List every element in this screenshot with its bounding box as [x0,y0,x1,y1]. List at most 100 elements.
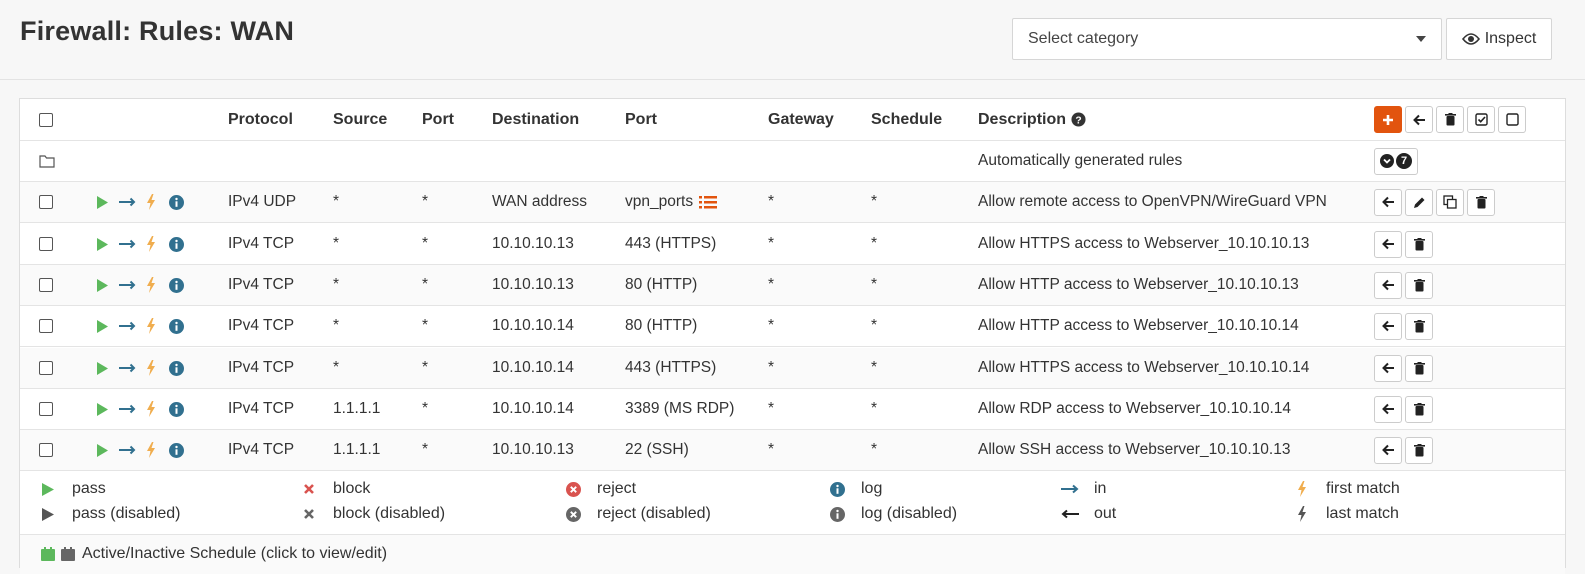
cell-destination: 10.10.10.14 [492,359,574,376]
legend-block: block [333,480,371,497]
help-icon[interactable]: ? [1071,112,1086,127]
cell-src-port: * [422,359,429,376]
check-square-icon [1474,113,1488,126]
add-rule-button[interactable] [1374,106,1402,133]
long-arrow-right-icon [119,404,136,414]
bolt-icon [147,442,155,458]
move-before-button[interactable] [1374,188,1402,216]
delete-rule-button[interactable] [1405,436,1433,464]
inspect-button[interactable]: Inspect [1446,18,1552,60]
table-row[interactable]: IPv4 TCP * * 10.10.10.14 80 (HTTP) * * Allow HT… [20,306,1565,347]
disable-selected-button[interactable] [1498,106,1526,133]
trash-icon [1475,195,1487,208]
move-before-button[interactable] [1374,354,1402,382]
trash-icon [1413,402,1425,415]
move-before-button[interactable] [1374,271,1402,299]
col-destination-port: Port [625,110,657,128]
cell-description: Allow HTTP access to Webserver_10.10.10.… [978,317,1299,334]
row-select-checkbox[interactable] [39,361,53,375]
legend-log-disabled: log (disabled) [861,505,958,522]
chevron-down-icon [1416,36,1426,42]
alias-list-button[interactable] [699,195,718,210]
delete-rule-button[interactable] [1405,312,1433,340]
category-select[interactable]: Select category [1012,18,1442,60]
table-row[interactable]: IPv4 TCP 1.1.1.1 * 10.10.10.14 3389 (MS RDP)… [20,389,1565,430]
arrow-left-icon [1381,444,1394,456]
move-before-button[interactable] [1374,436,1402,464]
table-row[interactable]: IPv4 TCP * * 10.10.10.14 443 (HTTPS) * * Allow … [20,348,1565,389]
select-all-checkbox[interactable] [39,112,53,127]
calendar-active-icon [41,547,55,561]
toggle-rule-button[interactable] [96,443,109,458]
row-select-checkbox[interactable] [39,402,53,416]
auto-rules-row[interactable]: Automatically generated rules 7 [20,141,1565,182]
col-source: Source [333,110,388,128]
folder-icon [39,155,55,168]
delete-rule-button[interactable] [1405,271,1433,299]
rule-status-icons [96,389,193,429]
svg-text:?: ? [1075,115,1081,126]
long-arrow-right-icon [119,197,136,207]
cell-schedule: * [871,193,878,210]
inspect-label: Inspect [1484,30,1537,47]
toggle-rule-button[interactable] [96,237,109,252]
info-circle-icon [829,481,845,497]
info-circle-icon [169,442,184,458]
cell-protocol: IPv4 TCP [228,400,295,417]
delete-rule-button[interactable] [1405,395,1433,423]
category-select-value: Select category [1028,30,1139,47]
arrow-left-icon [1381,362,1394,374]
enable-selected-button[interactable] [1467,106,1495,133]
row-select-checkbox[interactable] [39,278,53,292]
move-before-button[interactable] [1374,395,1402,423]
arrow-left-icon [1381,320,1394,332]
legend-pass-disabled: pass (disabled) [72,505,181,522]
long-arrow-right-icon [119,321,136,331]
clone-rule-button[interactable] [1436,188,1464,216]
bolt-disabled-icon [1298,506,1306,522]
table-row[interactable]: IPv4 TCP 1.1.1.1 * 10.10.10.13 22 (SSH) * * All… [20,430,1565,471]
cell-schedule: * [871,235,878,252]
toggle-rule-button[interactable] [96,278,109,293]
delete-rule-button[interactable] [1405,354,1433,382]
cell-dst-port: 80 (HTTP) [625,317,698,334]
cell-src-port: * [422,193,429,210]
toggle-rule-button[interactable] [96,402,109,417]
trash-icon [1444,113,1456,126]
play-icon [97,237,108,251]
times-disabled-icon [304,509,314,519]
rule-status-icons [96,224,193,264]
legend-first-match: first match [1326,480,1400,497]
toggle-rule-button[interactable] [96,361,109,376]
move-before-button[interactable] [1374,312,1402,340]
cell-destination: 10.10.10.14 [492,400,574,417]
delete-rule-button[interactable] [1467,188,1495,216]
cell-dst-port: 3389 (MS RDP) [625,400,735,417]
table-row[interactable]: IPv4 TCP * * 10.10.10.13 443 (HTTPS) * * Allow … [20,224,1565,265]
schedule-legend-label: Active/Inactive Schedule (click to view/… [82,545,388,562]
legend-pass: pass [72,480,106,497]
cell-source: * [333,317,340,334]
plus-icon [1383,114,1393,125]
arrow-left-icon [1412,114,1425,125]
cell-protocol: IPv4 TCP [228,441,295,458]
row-select-checkbox[interactable] [39,319,53,333]
long-arrow-right-icon [119,445,136,455]
cell-source: 1.1.1.1 [333,400,381,417]
delete-selected-button[interactable] [1436,106,1464,133]
delete-rule-button[interactable] [1405,230,1433,258]
cell-schedule: * [871,276,878,293]
cell-protocol: IPv4 UDP [228,193,297,210]
row-select-checkbox[interactable] [39,195,53,209]
row-select-checkbox[interactable] [39,237,53,251]
edit-rule-button[interactable] [1405,188,1433,216]
move-selected-button[interactable] [1405,106,1433,133]
row-select-checkbox[interactable] [39,443,53,457]
calendar-inactive-icon [61,547,75,561]
table-row[interactable]: IPv4 UDP * * WAN address vpn_ports * * Allow re… [20,182,1565,223]
table-row[interactable]: IPv4 TCP * * 10.10.10.13 80 (HTTP) * * Allow HT… [20,265,1565,306]
toggle-rule-button[interactable] [96,319,109,334]
move-before-button[interactable] [1374,230,1402,258]
toggle-rule-button[interactable] [96,195,109,210]
expand-auto-rules-button[interactable]: 7 [1374,147,1418,175]
